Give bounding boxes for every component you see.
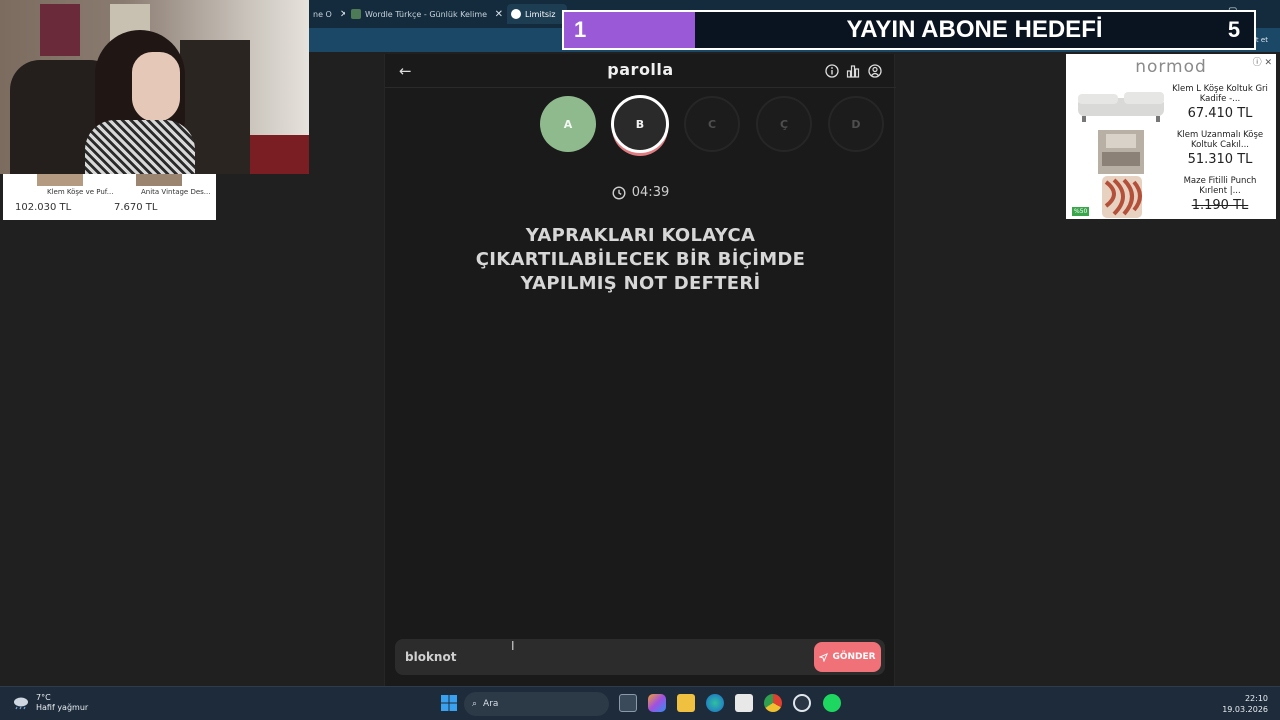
rain-cloud-icon	[14, 697, 28, 710]
send-button[interactable]: GÖNDER	[814, 642, 881, 672]
clue-line: YAPILMIŞ NOT DEFTERİ	[520, 273, 761, 294]
weather-desc: Hafif yağmur	[36, 703, 89, 712]
ad-product-name: Klem Uzanmalı Köşe Koltuk Cakıl...	[1176, 130, 1264, 150]
ad-caption: Anita Vintage Des...	[141, 188, 211, 196]
right-advertisement[interactable]: normod ⓘ ✕ Klem L Köşe Koltuk Gri Kadife…	[1066, 54, 1276, 219]
ad-thumbnail	[136, 174, 182, 186]
text-cursor-icon: I	[511, 639, 515, 653]
clue-line: YAPRAKLARI KOLAYCA	[525, 225, 756, 246]
clock-icon	[612, 185, 626, 200]
tab-title: Wordle Türkçe - Günlük Kelime O	[365, 9, 487, 19]
search-label: Ara	[483, 699, 499, 709]
letter-circle-pending: Ç	[756, 96, 812, 152]
user-icon[interactable]	[867, 63, 882, 78]
room-image	[1076, 130, 1166, 174]
search-icon: ⌕	[472, 699, 478, 709]
system-clock[interactable]: 22:10 19.03.2026	[1222, 693, 1268, 715]
store-icon[interactable]	[735, 694, 753, 712]
wordle-favicon-icon	[351, 9, 361, 19]
answer-bar: GÖNDER	[395, 639, 885, 675]
taskbar-search[interactable]: ⌕ Ara	[464, 692, 609, 716]
clue-text: YAPRAKLARI KOLAYCA ÇIKARTILABİLECEK BİR …	[445, 224, 836, 296]
clock-date: 19.03.2026	[1222, 705, 1268, 714]
clock-time: 22:10	[1244, 694, 1268, 703]
sofa-image	[1076, 84, 1166, 128]
windows-start-icon[interactable]	[440, 694, 458, 712]
discount-badge: %50	[1072, 207, 1090, 216]
clue-line: ÇIKARTILABİLECEK BİR BİÇİMDE	[475, 249, 806, 270]
timer: 04:39	[385, 185, 896, 200]
ad-product[interactable]: Klem Uzanmalı Köşe Koltuk Cakıl... 51.31…	[1066, 130, 1276, 176]
taskbar: 7°C Hafif yağmur ⌕ Ara 22:10 19.03.2026	[0, 686, 1280, 720]
send-label: GÖNDER	[832, 652, 876, 662]
browser-tab[interactable]: ne O ✕	[309, 4, 345, 24]
ad-item[interactable]: Klem Köşe ve Puf... 102.030 TL	[15, 174, 113, 220]
letter-circle-current: B	[611, 95, 669, 153]
tab-title: Limitsiz	[525, 9, 556, 19]
letter-circle-pending: C	[684, 96, 740, 152]
subscriber-goal-overlay: 1 YAYIN ABONE HEDEFİ 5	[562, 10, 1256, 50]
app-title: parolla	[607, 60, 674, 79]
ad-caption: Klem Köşe ve Puf...	[47, 188, 114, 196]
parolla-app: ← parolla A B C Ç D 04:39 YAPRAKLARI KOL…	[384, 54, 896, 686]
left-advertisement[interactable]: Klem Köşe ve Puf... 102.030 TL Anita Vin…	[3, 174, 216, 220]
spotify-icon[interactable]	[823, 694, 841, 712]
answer-input[interactable]	[405, 647, 785, 667]
ad-product-name: Klem L Köşe Koltuk Gri Kadife -...	[1172, 84, 1268, 104]
letter-progress: A B C Ç D	[385, 95, 896, 156]
task-view-icon[interactable]	[619, 694, 637, 712]
ad-thumbnail	[37, 174, 83, 186]
chrome-icon[interactable]	[764, 694, 782, 712]
timer-value: 04:39	[631, 185, 670, 200]
close-tab-icon[interactable]: ✕	[495, 9, 503, 20]
browser-tab-active[interactable]: Limitsiz	[507, 4, 567, 24]
ad-product-price: 67.410 TL	[1187, 106, 1253, 121]
letter-circle-pending: D	[828, 96, 884, 152]
ad-brand-logo: normod	[1135, 57, 1207, 77]
obs-icon[interactable]	[793, 694, 811, 712]
webcam-feed	[0, 0, 309, 174]
file-explorer-icon[interactable]	[677, 694, 695, 712]
ad-product-price: 1.190 TL	[1191, 198, 1249, 213]
pillow-image	[1076, 176, 1166, 220]
stats-icon[interactable]	[845, 63, 860, 78]
app-header: ← parolla	[385, 54, 896, 88]
goal-title: YAYIN ABONE HEDEFİ	[846, 16, 1103, 43]
ad-product[interactable]: Maze Fitilli Punch Kırlent |... 1.190 TL	[1066, 176, 1276, 222]
browser-tab[interactable]: Wordle Türkçe - Günlük Kelime O ✕	[347, 4, 507, 24]
letter-circle-done: A	[540, 96, 596, 152]
edge-icon[interactable]	[706, 694, 724, 712]
parolla-favicon-icon	[511, 9, 521, 19]
copilot-icon[interactable]	[648, 694, 666, 712]
ad-price: 7.670 TL	[114, 202, 158, 213]
ad-product-name: Maze Fitilli Punch Kırlent |...	[1183, 176, 1257, 196]
ad-price: 102.030 TL	[15, 202, 72, 213]
weather-temp: 7°C	[36, 693, 51, 702]
goal-progress-fill: 1	[564, 12, 695, 48]
send-icon	[819, 652, 829, 662]
ad-item[interactable]: Anita Vintage Des... 7.670 TL	[114, 174, 210, 220]
ad-close-icon[interactable]: ⓘ ✕	[1253, 55, 1272, 68]
close-tab-icon[interactable]: ✕	[340, 9, 345, 20]
goal-target: 5	[1227, 17, 1241, 42]
weather-widget[interactable]: 7°C Hafif yağmur	[12, 693, 88, 713]
tab-title: ne O	[313, 9, 332, 19]
ad-product[interactable]: Klem L Köşe Koltuk Gri Kadife -... 67.41…	[1066, 84, 1276, 130]
ad-product-price: 51.310 TL	[1187, 152, 1253, 167]
info-icon[interactable]	[824, 63, 839, 78]
